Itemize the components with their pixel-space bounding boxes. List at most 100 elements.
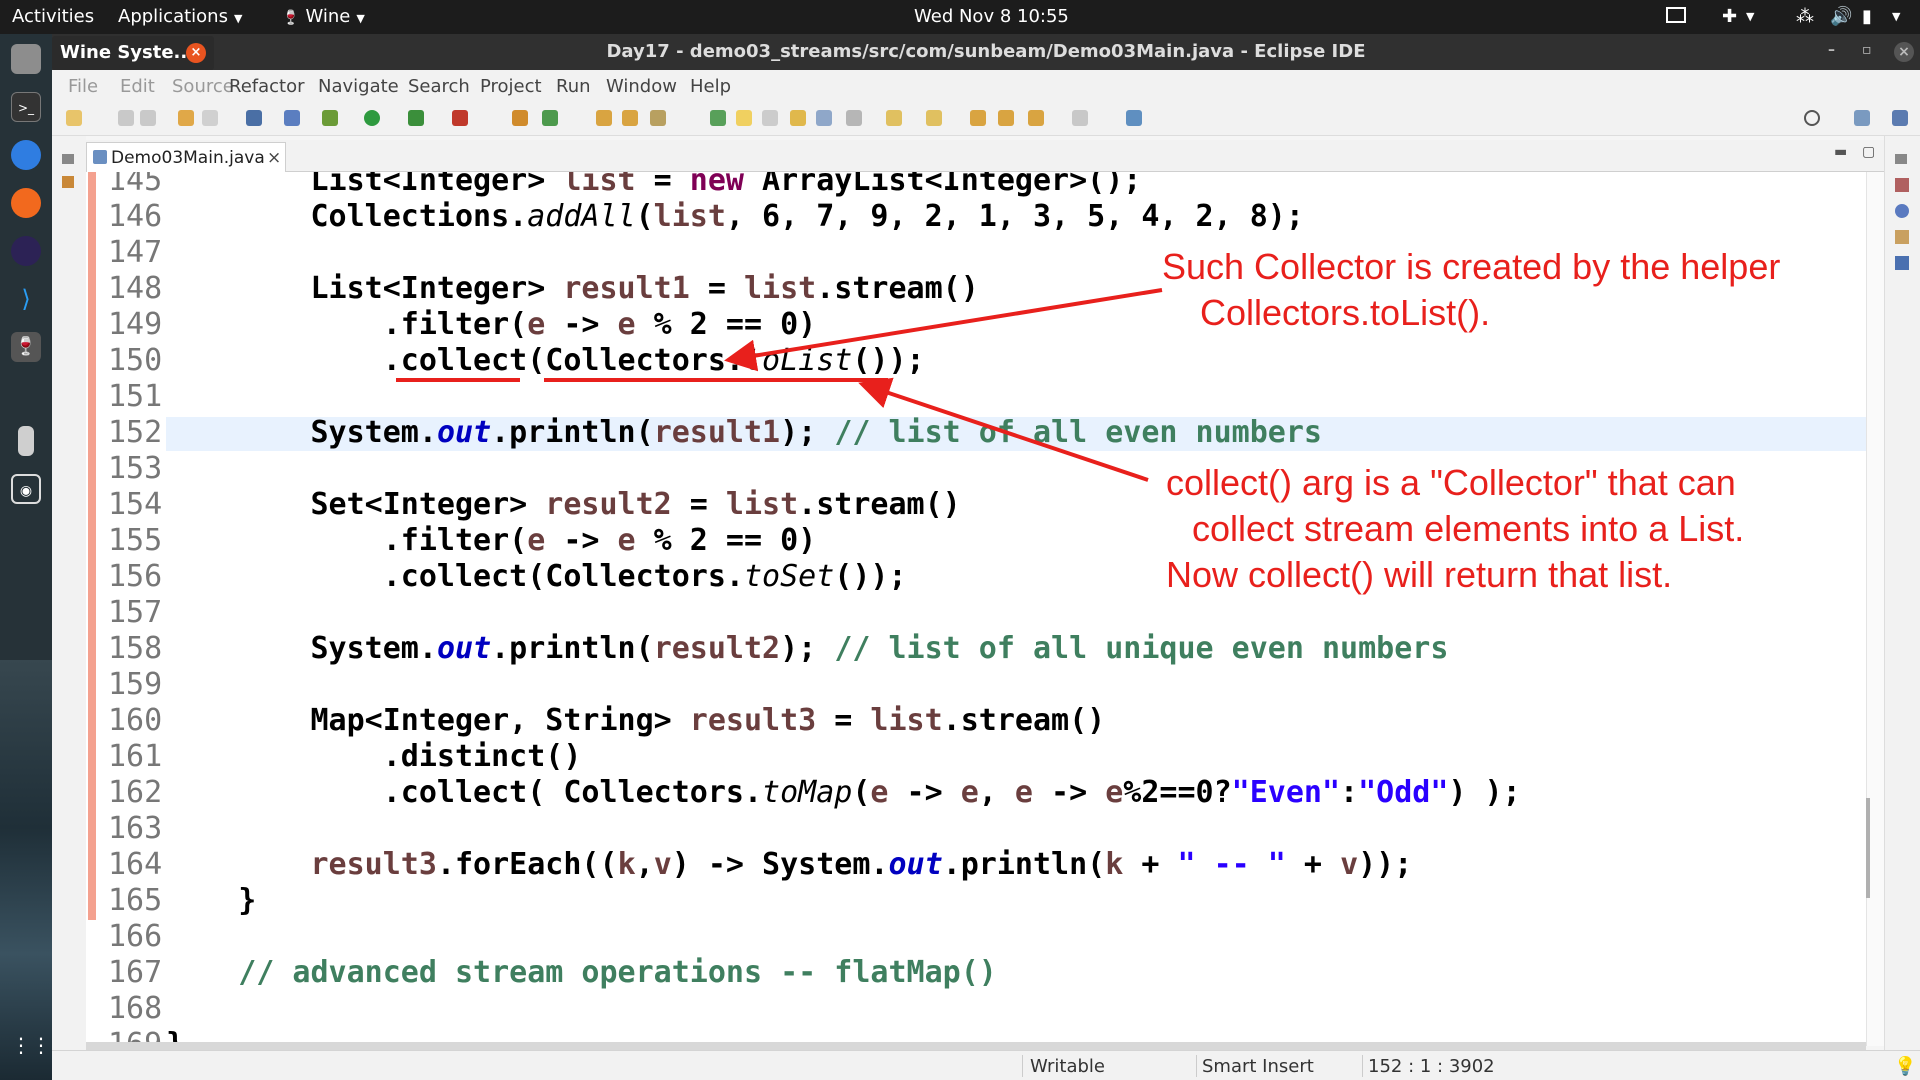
- editor-tab-bar: Demo03Main.java × ▬ ▢: [86, 140, 1884, 172]
- next-annotation-icon[interactable]: [886, 110, 902, 126]
- menu-run[interactable]: Run: [556, 76, 591, 97]
- debug-icon[interactable]: [322, 110, 338, 126]
- close-icon[interactable]: ×: [267, 148, 281, 168]
- problems-icon[interactable]: [1895, 230, 1909, 244]
- files-icon[interactable]: [11, 44, 41, 74]
- java-file-icon: [93, 150, 107, 164]
- vscode-icon[interactable]: ⟩: [11, 284, 41, 314]
- menu-source[interactable]: Source: [172, 76, 234, 97]
- menu-file[interactable]: File: [68, 76, 98, 97]
- menu-window[interactable]: Window: [606, 76, 677, 97]
- external-tools-icon[interactable]: [452, 110, 468, 126]
- screenshot-icon[interactable]: ◉: [11, 474, 41, 504]
- open-task-icon[interactable]: [622, 110, 638, 126]
- open-type-icon[interactable]: [596, 110, 612, 126]
- new-class-icon[interactable]: [542, 110, 558, 126]
- right-trim-bar: [1884, 136, 1920, 1050]
- horizontal-scrollbar[interactable]: [86, 1042, 1866, 1050]
- maximize-icon[interactable]: ▫: [1862, 42, 1872, 58]
- wine-menu[interactable]: 🍷 Wine ▼: [282, 6, 365, 27]
- eclipse-icon[interactable]: [11, 236, 41, 266]
- clock[interactable]: Wed Nov 8 10:55: [914, 6, 1069, 27]
- vertical-scrollbar[interactable]: [1866, 172, 1884, 1046]
- undo-icon[interactable]: [178, 110, 194, 126]
- perspective-icon[interactable]: [1854, 110, 1870, 126]
- code-line-152: System.out.println(result1); // list of …: [166, 415, 1322, 450]
- cursor-position[interactable]: 152 : 1 : 3902: [1368, 1056, 1495, 1077]
- search-icon[interactable]: [1804, 110, 1820, 126]
- chromium-icon[interactable]: [11, 140, 41, 170]
- save-icon[interactable]: [118, 110, 134, 126]
- redo-icon[interactable]: [202, 110, 218, 126]
- close-icon[interactable]: ×: [1894, 42, 1914, 62]
- last-edit-icon[interactable]: [970, 110, 986, 126]
- new-java-project-icon[interactable]: [512, 110, 528, 126]
- tab-demo03main[interactable]: Demo03Main.java ×: [86, 142, 286, 172]
- toggle-annotation-icon[interactable]: [710, 110, 726, 126]
- menu-help[interactable]: Help: [690, 76, 731, 97]
- wine-notification[interactable]: Wine Syste... ×: [52, 36, 214, 70]
- annotation-note-2-line-1: collect() arg is a "Collector" that can: [1166, 462, 1736, 503]
- block-select-icon[interactable]: [762, 110, 778, 126]
- lightbulb-icon[interactable]: 💡: [1894, 1056, 1916, 1077]
- line-number: 164: [108, 847, 163, 882]
- applications-menu[interactable]: Applications ▼: [118, 6, 242, 27]
- storage-icon[interactable]: [18, 426, 34, 456]
- run-icon[interactable]: [364, 110, 380, 126]
- menu-navigate[interactable]: Navigate: [318, 76, 399, 97]
- tab-label: Demo03Main.java: [111, 148, 265, 168]
- terminal-icon[interactable]: >_: [11, 92, 41, 122]
- code-line-165: }: [166, 883, 257, 918]
- applications-label: Applications: [118, 6, 228, 27]
- package-explorer-icon[interactable]: [62, 176, 74, 188]
- menu-project[interactable]: Project: [480, 76, 542, 97]
- previous-annotation-icon[interactable]: [926, 110, 942, 126]
- coverage-icon[interactable]: [408, 110, 424, 126]
- menu-edit[interactable]: Edit: [120, 76, 155, 97]
- save-all-icon[interactable]: [140, 110, 156, 126]
- status-divider: [1022, 1055, 1023, 1077]
- network-icon[interactable]: ⁂: [1796, 6, 1814, 27]
- search-toolbar-icon[interactable]: [650, 110, 666, 126]
- mark-occurrences-icon[interactable]: [736, 110, 752, 126]
- menu-search[interactable]: Search: [408, 76, 470, 97]
- line-number: 156: [108, 559, 163, 594]
- restore-icon[interactable]: [1895, 154, 1907, 164]
- forward-icon[interactable]: [1072, 110, 1088, 126]
- menu-refactor[interactable]: Refactor: [229, 76, 305, 97]
- terminal-toolbar-icon[interactable]: [246, 110, 262, 126]
- skip-breakpoints-icon[interactable]: [284, 110, 300, 126]
- show-apps-icon[interactable]: ⋮⋮: [11, 1030, 51, 1060]
- line-number: 151: [108, 379, 163, 414]
- battery-icon[interactable]: ▮: [1862, 6, 1872, 27]
- vertical-scroll-thumb[interactable]: [1866, 798, 1870, 898]
- back-icon[interactable]: [1028, 110, 1044, 126]
- new-icon[interactable]: [66, 110, 82, 126]
- close-icon[interactable]: ×: [186, 43, 206, 63]
- task-list-icon[interactable]: [1895, 178, 1909, 192]
- activities-button[interactable]: Activities: [12, 6, 94, 27]
- accessibility-icon[interactable]: ✚: [1722, 6, 1737, 27]
- firefox-icon[interactable]: [11, 188, 41, 218]
- maximize-icon[interactable]: ▢: [1862, 144, 1875, 160]
- java-perspective-icon[interactable]: [1892, 110, 1908, 126]
- java-editor[interactable]: 145 146 147 148 149 150 151 152 153 154 155 156 157 1…: [86, 172, 1884, 1046]
- annotation-note-1-line-2: Collectors.toList().: [1200, 292, 1491, 333]
- outline-icon[interactable]: [1895, 204, 1909, 218]
- forward-edit-icon[interactable]: [998, 110, 1014, 126]
- wine-glass-icon: 🍷: [282, 10, 300, 26]
- wine-icon[interactable]: 🍷: [11, 332, 41, 362]
- screen-icon[interactable]: [1666, 7, 1686, 23]
- open-perspective-icon[interactable]: [1126, 110, 1142, 126]
- whitespace-icon[interactable]: [790, 110, 806, 126]
- insert-mode-status[interactable]: Smart Insert: [1202, 1056, 1314, 1077]
- pilcrow-icon[interactable]: [846, 110, 862, 126]
- line-number: 155: [108, 523, 163, 558]
- line-number: 153: [108, 451, 163, 486]
- minimize-icon[interactable]: –: [1828, 42, 1835, 58]
- console-icon[interactable]: [1895, 256, 1909, 270]
- show-whitespace-icon[interactable]: [816, 110, 832, 126]
- minimize-icon[interactable]: ▬: [1834, 144, 1847, 160]
- restore-icon[interactable]: [62, 154, 74, 164]
- volume-icon[interactable]: 🔊: [1830, 6, 1852, 27]
